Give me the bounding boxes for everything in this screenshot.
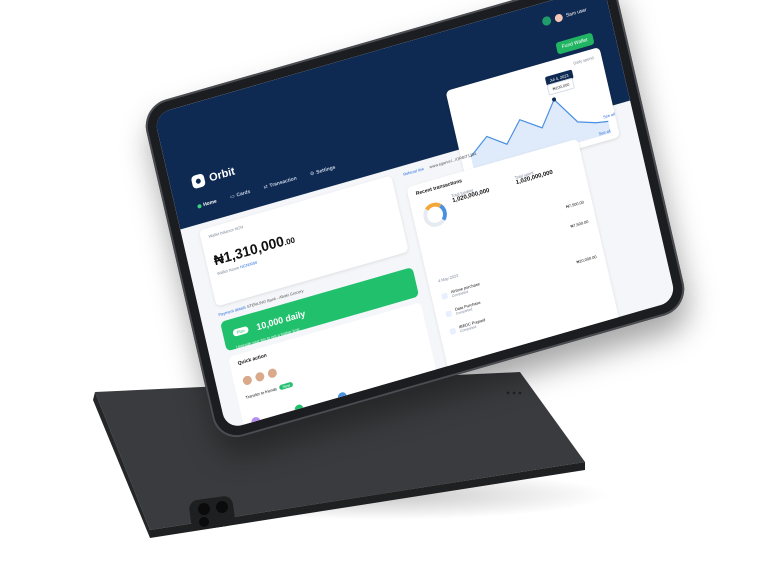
list-item[interactable]: IBEDC Prepaid Completed: [449, 317, 487, 336]
amount-b: ₦7,500.00: [569, 218, 589, 229]
donut-chart: [420, 199, 450, 230]
data-icon: [445, 309, 453, 318]
balance-decimals: .00: [283, 235, 296, 248]
avatar: [265, 366, 279, 381]
avatar: [240, 373, 254, 388]
gift-icon[interactable]: [250, 416, 262, 428]
amount-a: ₦7,500.00: [565, 199, 585, 210]
gear-icon: ⚙: [309, 170, 316, 178]
swap-icon: ⇄: [263, 183, 269, 191]
airtime-icon: [441, 292, 449, 300]
list-item[interactable]: Airtime purchase Completed: [441, 281, 481, 301]
new-badge: New: [279, 381, 294, 391]
account-value[interactable]: NGN0000: [239, 260, 257, 270]
list-item[interactable]: Data Purchase Completed: [445, 300, 482, 319]
amount-c: ₦10,000.00: [575, 253, 597, 265]
plan-pill: Plan: [232, 325, 250, 338]
referral-label: Referral link: [402, 166, 425, 177]
home-icon: [197, 203, 202, 209]
transaction-date: 4 May 2023: [437, 272, 459, 284]
electricity-icon: [449, 327, 457, 335]
currency-tag[interactable]: NGN: [234, 224, 244, 231]
card-icon: ▭: [229, 193, 236, 201]
balance-label: Wallet balance: [207, 226, 235, 239]
avatar: [253, 369, 267, 384]
avatar: [553, 12, 564, 23]
transfer-label[interactable]: Transfer to friends: [245, 386, 277, 400]
phone-icon[interactable]: [293, 403, 305, 415]
bolt-icon[interactable]: [337, 391, 348, 403]
